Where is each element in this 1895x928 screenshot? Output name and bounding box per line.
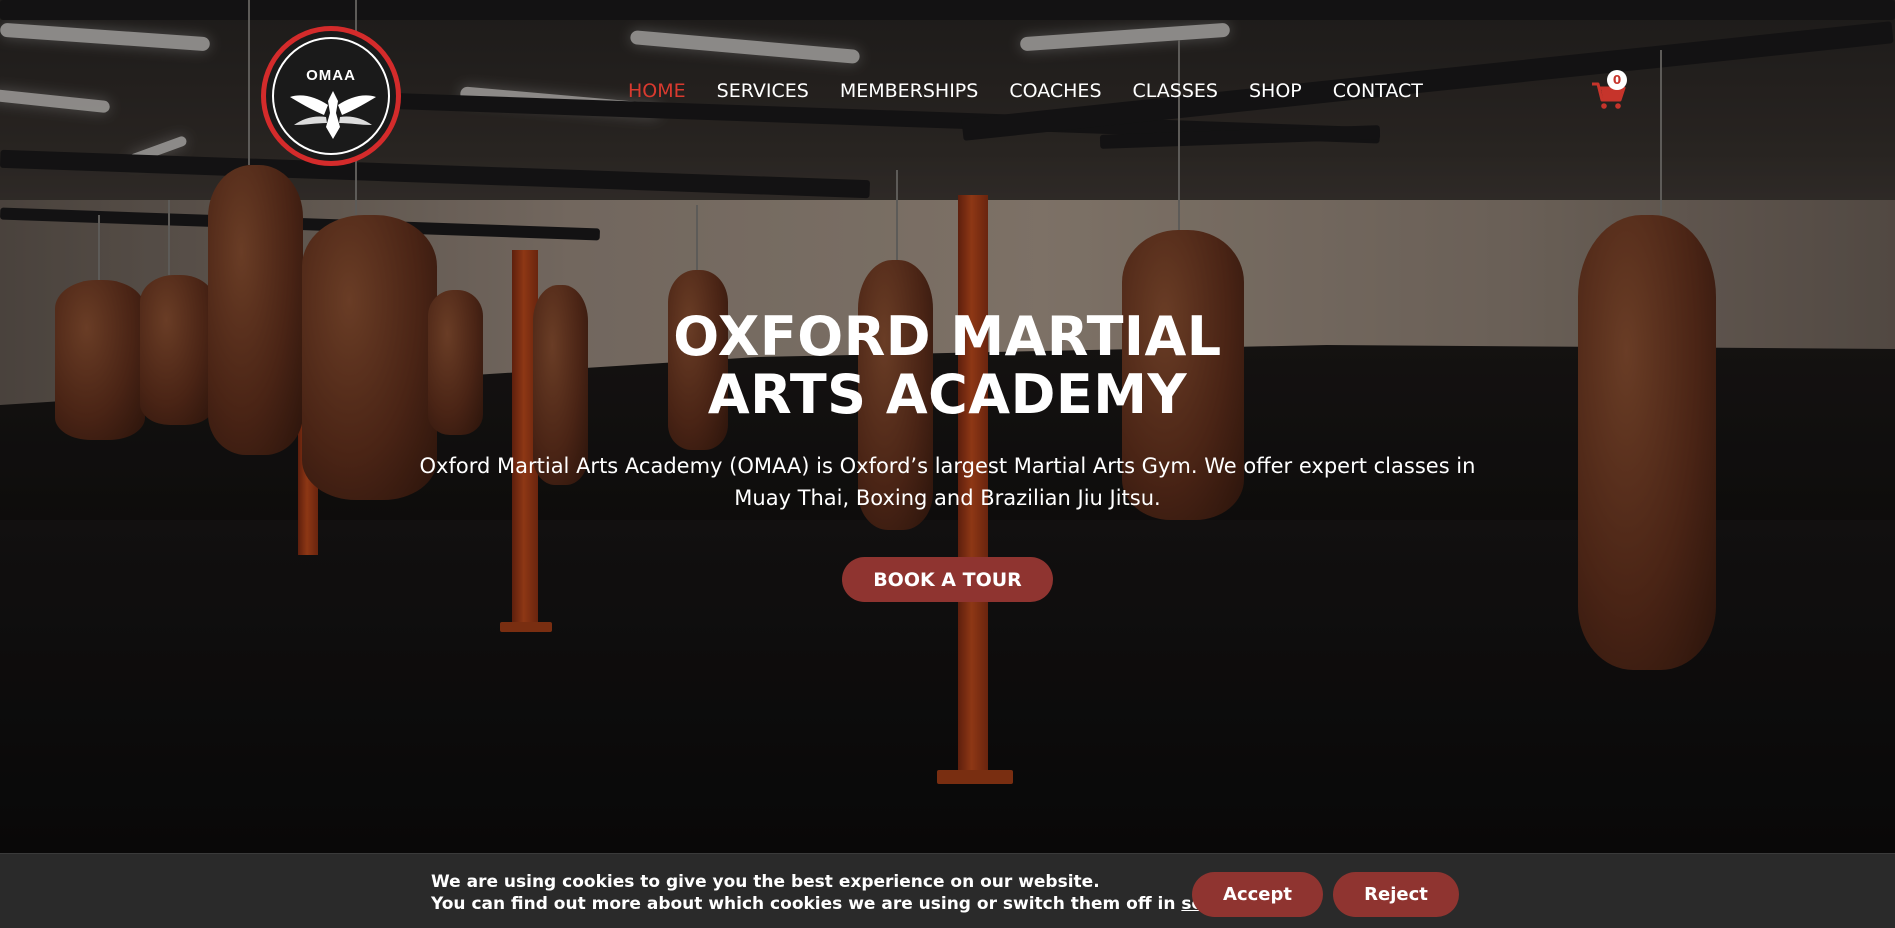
main-navigation: HOME SERVICES MEMBERSHIPS COACHES CLASSE… [628,80,1454,102]
nav-item-contact[interactable]: CONTACT [1333,80,1423,102]
hero-title-line-1: OXFORD MARTIAL [673,305,1222,368]
cookie-message-line-1: We are using cookies to give you the bes… [431,872,1100,892]
nav-item-home[interactable]: HOME [628,80,686,102]
nav-item-memberships[interactable]: MEMBERSHIPS [840,80,979,102]
cookie-accept-button[interactable]: Accept [1192,872,1323,917]
eagle-emblem-icon [290,91,376,139]
cookie-message: We are using cookies to give you the bes… [431,871,1266,915]
hero-subtitle: Oxford Martial Arts Academy (OMAA) is Ox… [400,450,1495,514]
hero-title-line-2: ARTS ACADEMY [707,363,1188,426]
logo-text: OMAA [306,67,356,84]
hero-subtitle-line-2: Muay Thai, Boxing and Brazilian Jiu Jits… [734,486,1161,510]
book-a-tour-button[interactable]: BOOK A TOUR [842,557,1053,602]
nav-item-services[interactable]: SERVICES [717,80,809,102]
cart-count-badge: 0 [1607,70,1627,90]
hero-title: OXFORD MARTIAL ARTS ACADEMY [0,308,1895,424]
nav-item-shop[interactable]: SHOP [1249,80,1302,102]
cookie-consent-bar: We are using cookies to give you the bes… [0,853,1895,928]
cookie-reject-button[interactable]: Reject [1333,872,1459,917]
site-logo[interactable]: OMAA [261,26,401,166]
cookie-message-line-2: You can find out more about which cookie… [431,894,1182,914]
nav-item-coaches[interactable]: COACHES [1009,80,1101,102]
nav-item-classes[interactable]: CLASSES [1133,80,1218,102]
hero-subtitle-line-1: Oxford Martial Arts Academy (OMAA) is Ox… [419,454,1476,478]
